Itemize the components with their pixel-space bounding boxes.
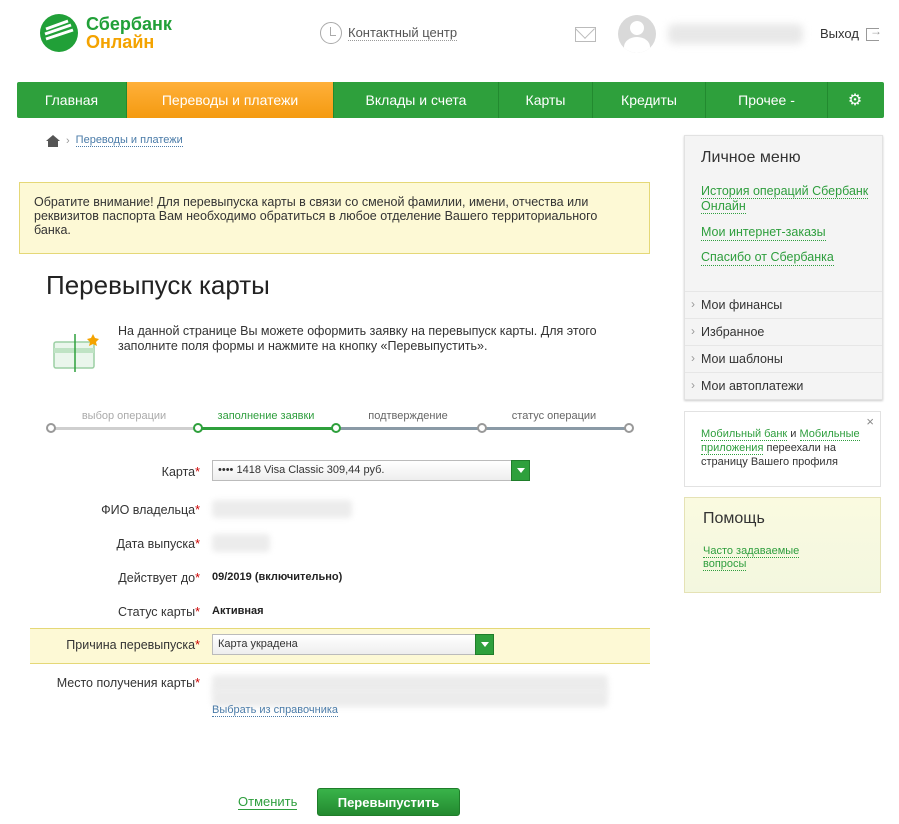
sidebar-link-history[interactable]: История операций Сбербанк Онлайн — [701, 184, 873, 214]
form-row-valid-until: Действует до* 09/2019 (включительно) — [118, 571, 343, 585]
faq-link[interactable]: Часто задаваемые вопросы — [703, 545, 833, 571]
main-nav: Главная Переводы и платежи Вклады и счет… — [17, 82, 884, 118]
reason-label: Причина перевыпуска — [66, 638, 196, 652]
chevron-down-icon[interactable] — [475, 634, 494, 655]
mobile-bank-link[interactable]: Мобильный банк — [701, 428, 788, 441]
owner-name-redacted — [212, 500, 352, 518]
help-box: Помощь Часто задаваемые вопросы — [684, 497, 881, 593]
nav-item-other[interactable]: Прочее - — [706, 82, 828, 118]
sidebar-link-spasibo[interactable]: Спасибо от Сбербанка — [701, 250, 834, 266]
close-icon[interactable]: × — [866, 415, 874, 429]
nav-item-cards[interactable]: Карты — [499, 82, 593, 118]
step-label-4: статус операции — [511, 410, 597, 422]
reissue-button[interactable]: Перевыпустить — [317, 788, 460, 816]
form-row-card: Карта* •••• 1418 Visa Classic 309,44 руб… — [30, 456, 650, 490]
card-select[interactable]: •••• 1418 Visa Classic 309,44 руб. — [212, 460, 530, 481]
reason-select-value: Карта украдена — [218, 638, 298, 650]
nav-item-deposits[interactable]: Вклады и счета — [334, 82, 499, 118]
sidebar-link-internet-orders[interactable]: Мои интернет-заказы — [701, 225, 826, 241]
issue-date-redacted — [212, 534, 270, 552]
page-title: Перевыпуск карты — [46, 270, 270, 300]
step-dot-2 — [193, 423, 203, 433]
sberbank-logo[interactable]: Сбербанк Онлайн — [38, 12, 172, 54]
sidebar-item-templates[interactable]: Мои шаблоны — [685, 345, 882, 372]
card-label: Карта — [161, 465, 196, 479]
personal-menu: Личное меню История операций Сбербанк Он… — [684, 135, 883, 400]
form-row-issue-date: Дата выпуска* — [30, 528, 650, 562]
owner-label: ФИО владельца — [101, 503, 196, 517]
step-dot-3 — [331, 423, 341, 433]
nav-item-transfers[interactable]: Переводы и платежи — [127, 82, 334, 118]
choose-from-directory-link[interactable]: Выбрать из справочника — [212, 704, 339, 717]
step-dot-5 — [624, 423, 634, 433]
step-label-2: заполнение заявки — [217, 410, 315, 422]
issue-date-label: Дата выпуска — [116, 537, 196, 551]
header: Сбербанк Онлайн Контактный центр Выход — [0, 0, 899, 70]
valid-until-value: 09/2019 (включительно) — [212, 571, 343, 583]
contact-center[interactable]: Контактный центр — [320, 22, 458, 44]
home-icon[interactable] — [46, 134, 60, 147]
card-select-value: •••• 1418 Visa Classic 309,44 руб. — [218, 464, 385, 476]
settings-gear-icon[interactable]: ⚙ — [828, 82, 882, 118]
sidebar-item-favorites[interactable]: Избранное — [685, 318, 882, 345]
card-status-label: Статус карты — [118, 605, 196, 619]
nav-item-home[interactable]: Главная — [17, 82, 127, 118]
form-row-reason: Причина перевыпуска* Карта украдена — [30, 628, 650, 664]
chevron-down-icon[interactable] — [511, 460, 530, 481]
personal-menu-title: Личное меню — [701, 149, 801, 166]
form-row-owner: ФИО владельца* — [30, 494, 650, 528]
phone-clock-icon — [320, 22, 342, 44]
reason-select[interactable]: Карта украдена — [212, 634, 494, 655]
breadcrumb: › Переводы и платежи — [46, 134, 183, 147]
nav-item-credits[interactable]: Кредиты — [593, 82, 706, 118]
avatar[interactable] — [618, 15, 656, 53]
progress-steps: выбор операции заполнение заявки подтвер… — [46, 408, 634, 438]
valid-until-label: Действует до — [118, 571, 196, 585]
pickup-label: Место получения карты — [56, 676, 196, 690]
card-status-value: Активная — [212, 605, 264, 617]
help-title: Помощь — [703, 510, 765, 527]
cancel-link[interactable]: Отменить — [238, 794, 298, 810]
sidebar-item-autopayments[interactable]: Мои автоплатежи — [685, 372, 882, 399]
step-dot-1 — [46, 423, 56, 433]
form-row-pickup: Место получения карты* — [30, 667, 650, 707]
logo-text-line1: Сбербанк — [86, 14, 172, 34]
step-line-1 — [50, 427, 198, 430]
step-label-3: подтверждение — [368, 410, 448, 422]
breadcrumb-transfers[interactable]: Переводы и платежи — [75, 134, 183, 147]
logout-icon[interactable] — [866, 24, 882, 41]
sberbank-logo-icon — [40, 14, 78, 52]
logo-text-line2: Онлайн — [86, 32, 155, 52]
intro-text: На данной странице Вы можете оформить за… — [118, 324, 597, 353]
card-reissue-icon — [53, 334, 99, 372]
step-line-2 — [198, 427, 336, 430]
sidebar-item-finances[interactable]: Мои финансы — [685, 291, 882, 318]
form-row-status: Статус карты* Активная — [118, 605, 264, 619]
mail-icon[interactable] — [575, 27, 596, 42]
step-dot-4 — [477, 423, 487, 433]
username-redacted[interactable] — [668, 24, 803, 44]
warning-notice: Обратите внимание! Для перевыпуска карты… — [19, 182, 650, 254]
logout-link[interactable]: Выход — [820, 26, 859, 41]
chevron-right-icon: › — [66, 134, 70, 147]
contact-center-link[interactable]: Контактный центр — [348, 25, 458, 41]
step-label-1: выбор операции — [81, 410, 167, 422]
mobile-bank-notice: × Мобильный банк и Мобильные приложения … — [684, 411, 881, 487]
